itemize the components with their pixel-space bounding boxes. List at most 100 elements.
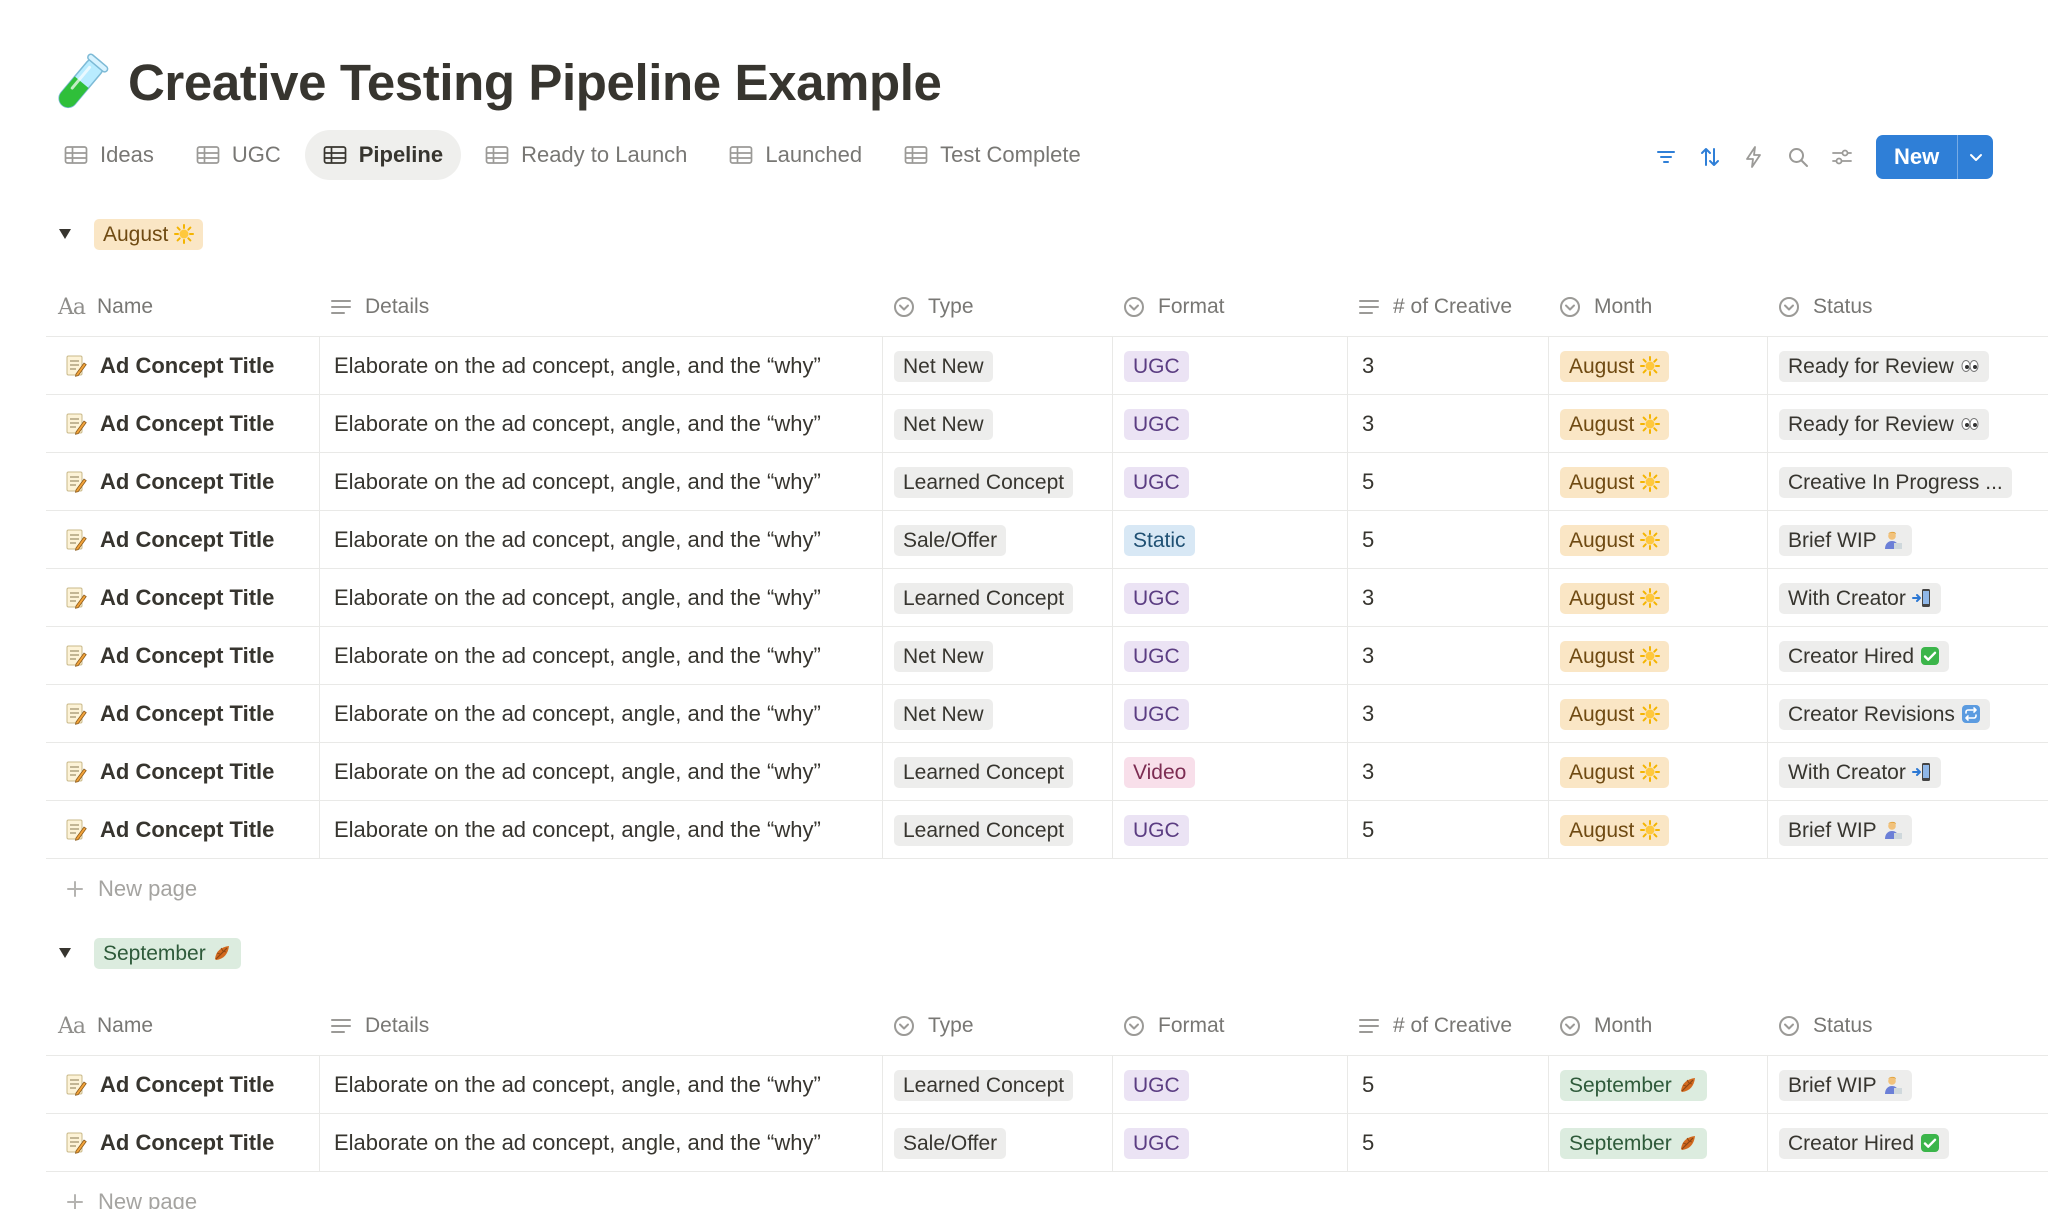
cell-type[interactable]: Learned Concept (882, 801, 1112, 859)
cell-status[interactable]: With Creator (1767, 569, 2048, 627)
cell-month[interactable]: August (1548, 801, 1767, 859)
tab-ideas[interactable]: Ideas (46, 130, 172, 180)
table-row[interactable]: Ad Concept Title Elaborate on the ad conc… (46, 627, 2048, 685)
new-button[interactable]: New (1876, 135, 1994, 179)
cell-format[interactable]: UGC (1112, 685, 1347, 743)
table-row[interactable]: Ad Concept Title Elaborate on the ad conc… (46, 569, 2048, 627)
filter-icon[interactable] (1644, 135, 1688, 179)
cell-num-creative[interactable]: 5 (1347, 453, 1548, 511)
new-button-label[interactable]: New (1876, 135, 1957, 179)
cell-format[interactable]: Video (1112, 743, 1347, 801)
cell-month[interactable]: August (1548, 685, 1767, 743)
cell-details[interactable]: Elaborate on the ad concept, angle, and … (319, 801, 882, 859)
cell-name[interactable]: Ad Concept Title (46, 511, 319, 569)
cell-type[interactable]: Net New (882, 395, 1112, 453)
table-row[interactable]: Ad Concept Title Elaborate on the ad conc… (46, 337, 2048, 395)
cell-type[interactable]: Learned Concept (882, 1056, 1112, 1114)
cell-format[interactable]: UGC (1112, 569, 1347, 627)
table-row[interactable]: Ad Concept Title Elaborate on the ad conc… (46, 511, 2048, 569)
table-row[interactable]: Ad Concept Title Elaborate on the ad conc… (46, 685, 2048, 743)
table-row[interactable]: Ad Concept Title Elaborate on the ad conc… (46, 801, 2048, 859)
table-row[interactable]: Ad Concept Title Elaborate on the ad conc… (46, 743, 2048, 801)
settings-sliders-icon[interactable] (1820, 135, 1864, 179)
tab-pipeline[interactable]: Pipeline (304, 130, 462, 180)
cell-type[interactable]: Sale/Offer (882, 1114, 1112, 1172)
new-page-button[interactable]: New page (46, 1172, 2048, 1209)
tab-ugc[interactable]: UGC (178, 130, 299, 180)
cell-type[interactable]: Sale/Offer (882, 511, 1112, 569)
cell-num-creative[interactable]: 5 (1347, 1114, 1548, 1172)
cell-name[interactable]: Ad Concept Title (46, 337, 319, 395)
cell-month[interactable]: August (1548, 337, 1767, 395)
tab-launched[interactable]: Launched (711, 130, 880, 180)
cell-num-creative[interactable]: 3 (1347, 337, 1548, 395)
cell-details[interactable]: Elaborate on the ad concept, angle, and … (319, 743, 882, 801)
cell-type[interactable]: Learned Concept (882, 743, 1112, 801)
column-header-type[interactable]: Type (892, 996, 974, 1056)
cell-format[interactable]: UGC (1112, 395, 1347, 453)
cell-details[interactable]: Elaborate on the ad concept, angle, and … (319, 337, 882, 395)
cell-status[interactable]: Brief WIP (1767, 1056, 2048, 1114)
column-header-format[interactable]: Format (1122, 277, 1225, 337)
cell-type[interactable]: Net New (882, 685, 1112, 743)
table-row[interactable]: Ad Concept Title Elaborate on the ad conc… (46, 453, 2048, 511)
cell-status[interactable]: Brief WIP (1767, 801, 2048, 859)
new-page-button[interactable]: New page (46, 859, 2048, 919)
cell-status[interactable]: With Creator (1767, 743, 2048, 801)
cell-status[interactable]: Creator Hired (1767, 627, 2048, 685)
cell-format[interactable]: UGC (1112, 337, 1347, 395)
cell-name[interactable]: Ad Concept Title (46, 801, 319, 859)
cell-month[interactable]: September (1548, 1056, 1767, 1114)
lightning-icon[interactable] (1732, 135, 1776, 179)
cell-details[interactable]: Elaborate on the ad concept, angle, and … (319, 627, 882, 685)
cell-name[interactable]: Ad Concept Title (46, 569, 319, 627)
cell-name[interactable]: Ad Concept Title (46, 627, 319, 685)
cell-details[interactable]: Elaborate on the ad concept, angle, and … (319, 685, 882, 743)
cell-status[interactable]: Ready for Review (1767, 337, 2048, 395)
cell-status[interactable]: Creator Hired (1767, 1114, 2048, 1172)
cell-status[interactable]: Creator Revisions (1767, 685, 2048, 743)
table-row[interactable]: Ad Concept Title Elaborate on the ad conc… (46, 1114, 2048, 1172)
cell-num-creative[interactable]: 5 (1347, 511, 1548, 569)
cell-month[interactable]: August (1548, 511, 1767, 569)
cell-name[interactable]: Ad Concept Title (46, 685, 319, 743)
collapse-triangle-icon[interactable] (56, 225, 74, 243)
cell-name[interactable]: Ad Concept Title (46, 1056, 319, 1114)
cell-month[interactable]: September (1548, 1114, 1767, 1172)
cell-month[interactable]: August (1548, 627, 1767, 685)
cell-name[interactable]: Ad Concept Title (46, 395, 319, 453)
cell-details[interactable]: Elaborate on the ad concept, angle, and … (319, 511, 882, 569)
cell-status[interactable]: Creative In Progress ... (1767, 453, 2048, 511)
cell-month[interactable]: August (1548, 569, 1767, 627)
search-icon[interactable] (1776, 135, 1820, 179)
column-header-type[interactable]: Type (892, 277, 974, 337)
cell-details[interactable]: Elaborate on the ad concept, angle, and … (319, 569, 882, 627)
cell-name[interactable]: Ad Concept Title (46, 743, 319, 801)
cell-num-creative[interactable]: 3 (1347, 743, 1548, 801)
cell-month[interactable]: August (1548, 743, 1767, 801)
cell-details[interactable]: Elaborate on the ad concept, angle, and … (319, 1114, 882, 1172)
column-header-status[interactable]: Status (1777, 996, 1873, 1056)
cell-num-creative[interactable]: 3 (1347, 685, 1548, 743)
test-tube-icon[interactable] (52, 52, 110, 114)
column-header-details[interactable]: Details (329, 277, 429, 337)
cell-num-creative[interactable]: 3 (1347, 627, 1548, 685)
cell-format[interactable]: UGC (1112, 627, 1347, 685)
cell-num-creative[interactable]: 5 (1347, 1056, 1548, 1114)
cell-details[interactable]: Elaborate on the ad concept, angle, and … (319, 453, 882, 511)
column-header-month[interactable]: Month (1558, 996, 1652, 1056)
cell-type[interactable]: Net New (882, 627, 1112, 685)
cell-name[interactable]: Ad Concept Title (46, 1114, 319, 1172)
cell-type[interactable]: Learned Concept (882, 569, 1112, 627)
cell-num-creative[interactable]: 3 (1347, 395, 1548, 453)
table-row[interactable]: Ad Concept Title Elaborate on the ad conc… (46, 1056, 2048, 1114)
column-header-format[interactable]: Format (1122, 996, 1225, 1056)
cell-type[interactable]: Learned Concept (882, 453, 1112, 511)
chevron-down-icon[interactable] (1957, 135, 1993, 179)
cell-month[interactable]: August (1548, 395, 1767, 453)
column-header-month[interactable]: Month (1558, 277, 1652, 337)
cell-format[interactable]: Static (1112, 511, 1347, 569)
cell-name[interactable]: Ad Concept Title (46, 453, 319, 511)
column-header-details[interactable]: Details (329, 996, 429, 1056)
cell-format[interactable]: UGC (1112, 453, 1347, 511)
